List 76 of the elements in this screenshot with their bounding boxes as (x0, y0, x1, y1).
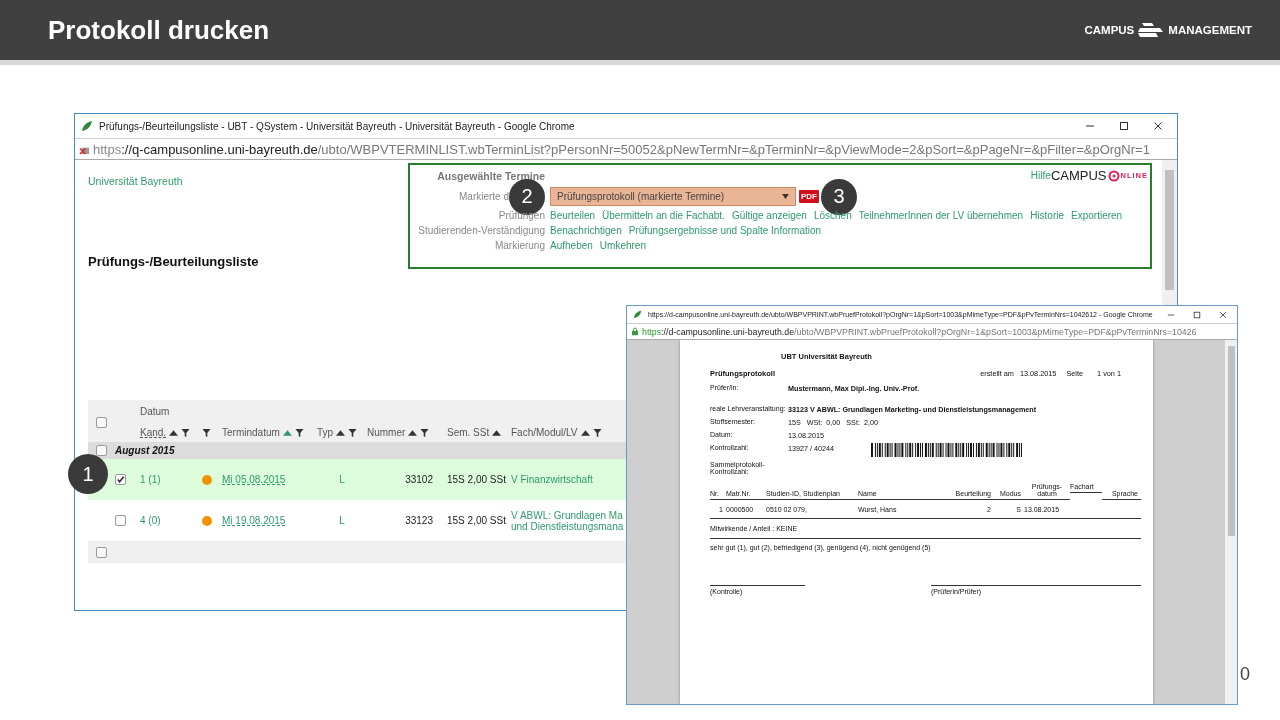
date-link[interactable]: Mi 05.08.2015 (222, 474, 286, 485)
filter-icon[interactable] (348, 428, 358, 437)
scrollbar-thumb[interactable] (1165, 170, 1174, 290)
checkbox[interactable] (96, 546, 107, 558)
close-icon[interactable] (1219, 310, 1227, 319)
home-link[interactable]: Universität Bayreuth (88, 175, 259, 187)
filter-icon[interactable] (420, 428, 430, 437)
address-bar[interactable]: https://q-campusonline.uni-bayreuth.de/ubto/WBPVTERMINLIST.wbTerminList?pPersonNr=50052&pNewTermNr=&pTerminNr=&pViewMode=2&pSort=&pPageNr=&pFilter=&pOrgNr=1 (75, 138, 1177, 160)
course-link[interactable]: und Dienstleistungsmana (511, 520, 624, 532)
sort-icon[interactable] (336, 428, 346, 437)
action-link[interactable]: Löschen (813, 210, 852, 221)
filter-icon[interactable] (181, 428, 191, 437)
column-header[interactable]: Typ (317, 427, 358, 438)
table-cell[interactable]: 1 (1) (140, 474, 202, 485)
logo-text: MANAGEMENT (1168, 24, 1252, 36)
table-cell-text: 15S 2,00 SSt (447, 474, 507, 485)
checkbox[interactable] (115, 515, 126, 526)
column-header[interactable]: Sem. SSt (447, 427, 502, 438)
action-link[interactable]: Umkehren (599, 240, 646, 251)
column-header[interactable]: Kand. (140, 427, 191, 438)
table-cell-text: 33102 (404, 474, 434, 485)
format-dropdown[interactable]: Prüfungsprotokoll (markierte Termine) (550, 187, 796, 206)
action-link[interactable]: Benachrichtigen (550, 225, 622, 236)
filter-icon[interactable] (202, 428, 211, 437)
course-link[interactable]: V Finanzwirtschaft (511, 474, 593, 485)
action-link[interactable]: Gültige anzeigen (731, 210, 807, 221)
caret-icon (782, 194, 789, 199)
column-header: Datum (140, 406, 171, 417)
sort-icon[interactable] (492, 428, 502, 437)
sort-icon[interactable] (580, 428, 590, 437)
table-cell-text: L (338, 515, 346, 526)
logo-icon (1138, 23, 1165, 37)
filter-icon[interactable] (294, 428, 304, 437)
table-cell-text: 15S 2,00 SSt (447, 515, 507, 526)
group-label: August 2015 (115, 445, 175, 456)
leaf-icon (81, 120, 93, 132)
window-title: Prüfungs-/Beurteilungsliste - UBT - QSystem - Universität Bayreuth - Universität Bayreuth - Google Chrome (99, 120, 575, 132)
row-label: Markierung (494, 240, 545, 251)
action-link[interactable]: TeilnehmerInnen der LV übernehmen (858, 210, 1024, 221)
action-link[interactable]: Beurteilen (550, 210, 596, 221)
checkbox[interactable] (96, 416, 107, 428)
filter-icon[interactable] (592, 428, 602, 437)
maximize-icon[interactable] (1119, 121, 1129, 131)
close-icon[interactable] (1153, 121, 1163, 131)
row-label: Studierenden-Verständigung (418, 225, 545, 236)
slide-title: Protokoll drucken (48, 14, 270, 46)
column-header[interactable]: Fach/Modul/LV (511, 427, 602, 438)
callout-badge: 1 (68, 454, 108, 494)
course-link[interactable]: V ABWL: Grundlagen Ma (511, 509, 623, 521)
maximize-icon[interactable] (1193, 310, 1201, 319)
logo-text: CAMPUS (1084, 24, 1135, 36)
sort-icon[interactable] (169, 428, 179, 437)
date-link[interactable]: Mi 19.08.2015 (222, 515, 286, 526)
action-link[interactable]: Prüfungsergebnisse und Spalte Information (628, 225, 822, 236)
action-link[interactable]: Übermitteln an die Fachabt. (602, 210, 725, 221)
action-link[interactable]: Exportieren (1071, 210, 1123, 221)
table-cell-text: 33123 (404, 515, 434, 526)
checkbox[interactable] (115, 474, 126, 485)
logo-text: CAMPUS (1050, 168, 1107, 183)
action-link[interactable]: Historie (1030, 210, 1065, 221)
column-header[interactable]: Nummer (367, 427, 430, 438)
leaf-icon (633, 310, 642, 319)
column-header[interactable]: Termindatum (222, 427, 304, 438)
help-link[interactable]: Hilfe (1030, 170, 1051, 181)
page-heading: Prüfungs-/Beurteilungsliste (88, 254, 259, 269)
table-cell-text: L (338, 474, 346, 485)
checkbox[interactable] (96, 445, 107, 456)
ring-icon (1107, 169, 1120, 182)
pdf-button[interactable]: PDF (799, 190, 819, 203)
table-cell[interactable]: 4 (0) (140, 515, 202, 526)
sort-icon[interactable] (408, 428, 418, 437)
action-link[interactable]: Aufheben (550, 240, 593, 251)
address-bar[interactable]: https://d-campusonline.uni-bayreuth.de/ubto/WBPVPRINT.wbPruefProtokoll?pOrgNr=1&pSort=1003&pMimeType=PDF&pPvTerminNrs=10426 (627, 323, 1237, 340)
scrollbar[interactable] (1225, 340, 1237, 704)
slide-number: 0 (1240, 664, 1250, 685)
row-label: Markierte d (459, 191, 509, 202)
